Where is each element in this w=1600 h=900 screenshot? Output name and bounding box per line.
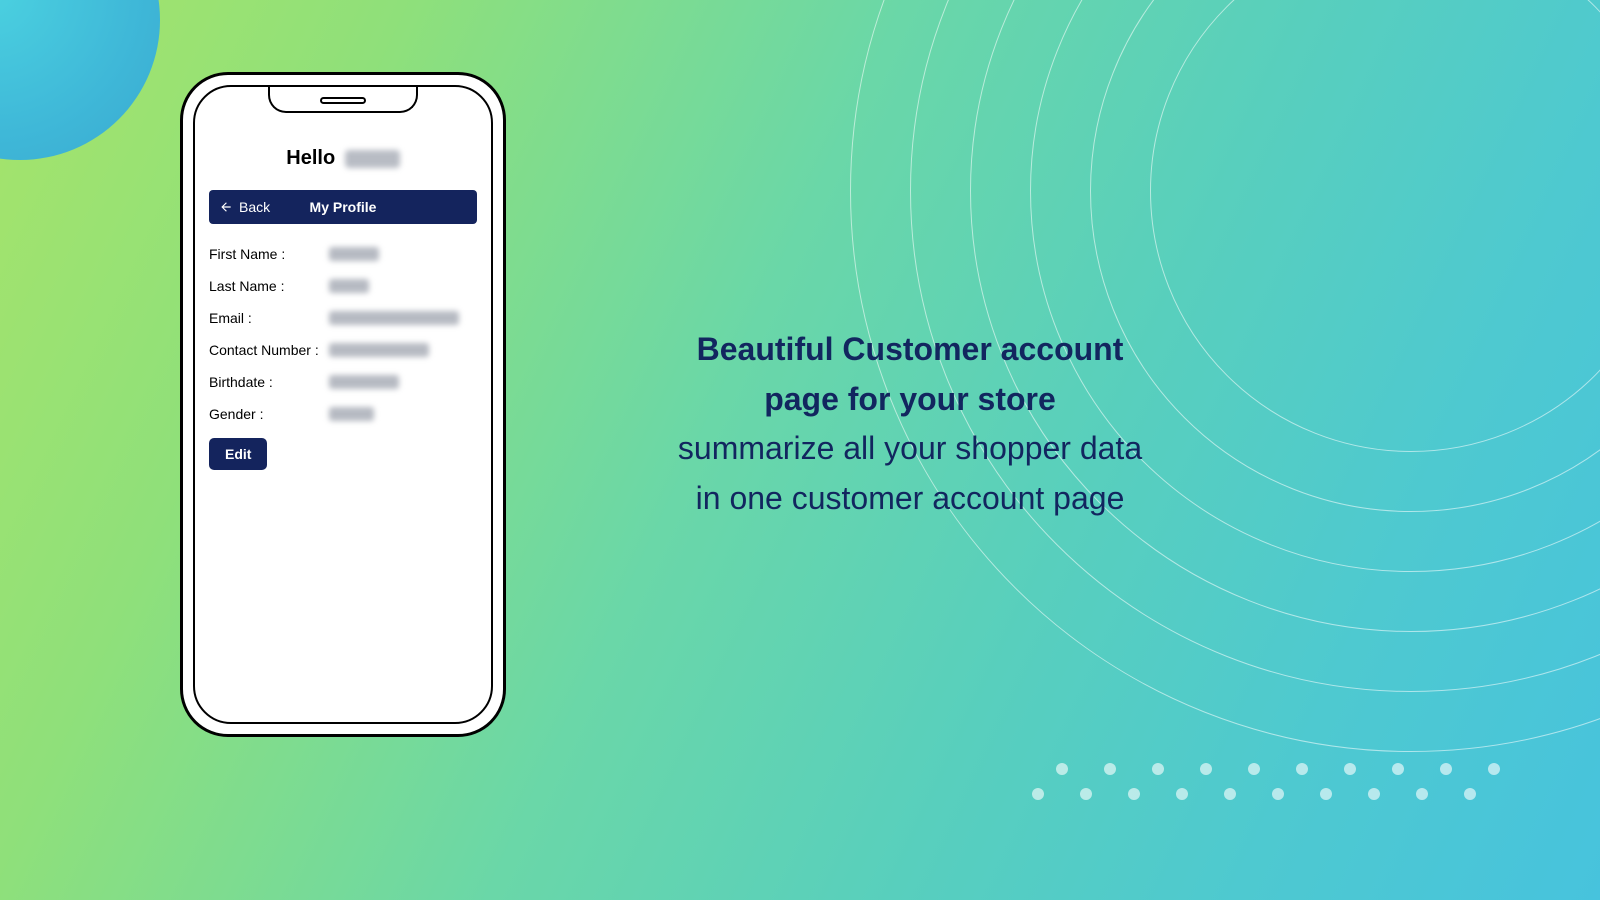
first-name-label: First Name : [209,246,329,262]
profile-titlebar: Back My Profile [209,190,477,224]
back-arrow-icon [219,200,233,214]
profile-fields: First Name : Last Name : Email : Contact… [209,238,477,430]
edit-button[interactable]: Edit [209,438,267,470]
contact-label: Contact Number : [209,342,329,358]
field-email: Email : [209,302,477,334]
gender-label: Gender : [209,406,329,422]
decor-circle-top-left [0,0,160,160]
headline-line2: page for your store [600,375,1220,425]
titlebar-title: My Profile [310,199,377,215]
gender-value-redacted [329,407,374,421]
greeting-prefix: Hello [286,147,335,169]
last-name-label: Last Name : [209,278,329,294]
birthdate-value-redacted [329,375,399,389]
back-label: Back [239,199,270,215]
sub-line2: in one customer account page [600,474,1220,524]
first-name-value-redacted [329,247,379,261]
phone-notch [268,87,418,113]
decor-dots-bottom-row2 [1032,788,1476,800]
last-name-value-redacted [329,279,369,293]
promo-slide: Hello Back My Profile First Name : [0,0,1600,900]
field-last-name: Last Name : [209,270,477,302]
greeting-name-redacted [345,150,400,168]
decor-dots-left [100,395,120,593]
decor-dots-bottom-row1 [1056,763,1500,775]
back-button[interactable]: Back [209,199,270,215]
phone-mockup: Hello Back My Profile First Name : [180,72,506,737]
email-value-redacted [329,311,459,325]
contact-value-redacted [329,343,429,357]
birthdate-label: Birthdate : [209,374,329,390]
field-first-name: First Name : [209,238,477,270]
phone-screen: Hello Back My Profile First Name : [195,117,491,722]
field-birthdate: Birthdate : [209,366,477,398]
sub-line1: summarize all your shopper data [600,424,1220,474]
decor-dots-center [537,60,557,276]
field-contact: Contact Number : [209,334,477,366]
email-label: Email : [209,310,329,326]
field-gender: Gender : [209,398,477,430]
phone-speaker [320,97,366,104]
greeting: Hello [209,147,477,170]
headline-line1: Beautiful Customer account [600,325,1220,375]
marketing-copy: Beautiful Customer account page for your… [600,325,1220,523]
